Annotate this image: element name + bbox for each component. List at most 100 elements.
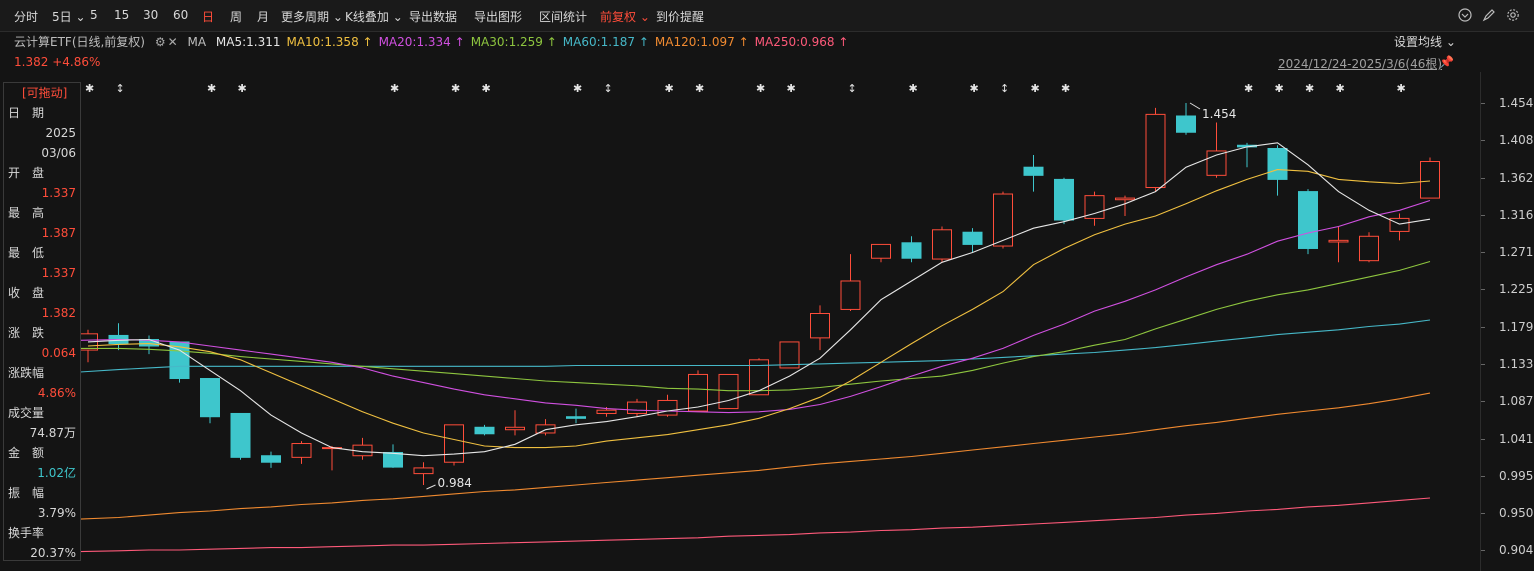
event-star-icon[interactable]: ✱ [1397, 82, 1406, 95]
kline-overlay-dropdown[interactable]: K线叠加 ⌄ [345, 8, 403, 25]
high-arrow [1189, 102, 1201, 110]
draggable-tag[interactable]: [可拖动] [20, 86, 69, 100]
event-star-icon[interactable]: ✱ [1275, 82, 1284, 95]
event-star-icon[interactable]: ✱ [390, 82, 399, 95]
tab-timeshare[interactable]: 分时 [14, 8, 38, 25]
info-rows: 日 期 2025 03/06 开 盘 1.337 最 高 1.387 最 低 1.337 收 盘 1… [4, 103, 80, 563]
event-star-icon[interactable]: ✱ [1244, 82, 1253, 95]
event-star-icon[interactable]: ✱ [573, 82, 582, 95]
y-tick-mark [1481, 251, 1485, 253]
event-star-icon[interactable]: ✱ [695, 82, 704, 95]
event-star-icon[interactable]: ✱ [1336, 82, 1345, 95]
info-label-7: 涨跌幅 [8, 366, 45, 380]
ma-settings-dropdown[interactable]: 设置均线 ⌄ [1394, 33, 1456, 50]
candle-body [1298, 191, 1318, 249]
candle-body [230, 412, 251, 458]
event-star-icon[interactable]: ✱ [970, 82, 979, 95]
tab-30min[interactable]: 30 [143, 8, 158, 22]
draw-pen-icon[interactable] [1481, 8, 1497, 24]
tab-5min[interactable]: 5 [90, 8, 98, 22]
candle-body [657, 399, 678, 416]
y-tick-label: 1.179 [1499, 319, 1534, 334]
chevron-down-icon: ⌄ [388, 10, 403, 24]
ma-value-6: MA250:0.968 ↑ [754, 35, 849, 49]
pin-icon[interactable]: 📌 [1439, 55, 1454, 69]
event-star-icon[interactable]: ✱ [1031, 82, 1040, 95]
settings-gear-icon[interactable] [1505, 8, 1521, 24]
candle-body [962, 231, 983, 245]
close-icon[interactable]: ✕ [168, 35, 178, 49]
y-tick-label: 1.316 [1499, 208, 1534, 223]
event-arrow-icon[interactable]: ↕ [604, 82, 613, 95]
info-value-9: 1.02亿 [37, 466, 76, 480]
candle-body [1145, 113, 1166, 189]
info-panel[interactable]: [可拖动] 日 期 2025 03/06 开 盘 1.337 最 高 1.387 最 低 1.3… [3, 82, 81, 561]
event-star-icon[interactable]: ✱ [207, 82, 216, 95]
low-label: 0.984 [438, 476, 472, 490]
y-tick-mark [1481, 550, 1485, 551]
candle-body [383, 451, 403, 468]
candle-body [1359, 235, 1379, 262]
event-star-icon[interactable]: ✱ [756, 82, 765, 95]
chevron-down-icon: ⌄ [71, 10, 86, 24]
kline-overlay-label: K线叠加 [345, 10, 389, 24]
ma-values: MA5:1.311 MA10:1.358 ↑ MA20:1.334 ↑ MA30:1.… [216, 35, 855, 49]
info-label-0: 日 期 [8, 106, 45, 120]
candle-body [1267, 148, 1288, 180]
tab-monthly[interactable]: 月 [257, 8, 269, 25]
range-stats-button[interactable]: 区间统计 [539, 8, 587, 25]
event-star-icon[interactable]: ✱ [451, 82, 460, 95]
candle-body [1420, 161, 1440, 199]
event-arrow-icon[interactable]: ↕ [848, 82, 857, 95]
y-tick-mark [1481, 103, 1485, 104]
y-tick-label: 1.087 [1499, 394, 1534, 409]
candle-body [596, 409, 617, 414]
info-label-5: 收 盘 [8, 286, 45, 300]
y-tick-mark [1481, 140, 1485, 142]
event-star-icon[interactable]: ✱ [909, 82, 918, 95]
y-tick-mark [1481, 177, 1485, 179]
event-arrow-icon[interactable]: ↕ [1000, 82, 1009, 95]
ma-legend: 云计算ETF(日线,前复权) ⚙ ✕ MA MA5:1.311 MA10:1.358… [14, 33, 860, 51]
y-tick-label: 1.408 [1499, 133, 1534, 148]
ma-value-2: MA20:1.334 ↑ [378, 35, 465, 49]
y-tick-label: 1.454 [1499, 96, 1534, 110]
info-label-2: 开 盘 [8, 166, 45, 180]
tab-5day[interactable]: 5日 ⌄ [52, 8, 86, 25]
event-star-icon[interactable]: ✱ [665, 82, 674, 95]
y-tick-mark [1481, 401, 1485, 403]
adjust-dropdown[interactable]: 前复权 ⌄ [600, 8, 650, 25]
more-periods-label: 更多周期 [281, 10, 330, 24]
event-star-icon[interactable]: ✱ [238, 82, 247, 95]
event-star-icon[interactable]: ✱ [1061, 82, 1070, 95]
tab-daily[interactable]: 日 [202, 8, 214, 25]
current-price: 1.382 [14, 55, 49, 69]
event-star-icon[interactable]: ✱ [85, 82, 94, 95]
price-alert-button[interactable]: 到价提醒 [656, 8, 704, 25]
kline-chart[interactable]: 1.454 0.984 ✱ ↕ ✱ ✱ ✱ ✱ ✱ ✱ ↕ ✱ ✱ ✱ ✱ ↕ ✱ ✱ ↕ ✱ ✱ ✱ ✱ ✱ ✱ ✱ [0, 72, 1534, 571]
event-arrow-icon[interactable]: ↕ [116, 82, 125, 95]
candle-body [291, 443, 312, 458]
event-star-icon[interactable]: ✱ [482, 82, 491, 95]
event-star-icon[interactable]: ✱ [787, 82, 796, 95]
export-data-button[interactable]: 导出数据 [409, 8, 457, 25]
ma5-line [87, 142, 1431, 457]
candle-body [200, 378, 220, 418]
collapse-icon[interactable] [1457, 8, 1473, 24]
gear-icon[interactable]: ⚙ [155, 35, 166, 49]
candle-body [718, 373, 739, 410]
tab-weekly[interactable]: 周 [230, 8, 242, 25]
y-tick-mark [1481, 363, 1485, 365]
export-image-button[interactable]: 导出图形 [474, 8, 522, 25]
ma-value-3: MA30:1.259 ↑ [470, 35, 557, 49]
chevron-down-icon: ⌄ [329, 10, 343, 24]
event-star-icon[interactable]: ✱ [1305, 82, 1314, 95]
date-range-link[interactable]: 2024/12/24-2025/3/6(46根) [1278, 55, 1442, 72]
candle-body [261, 455, 281, 463]
tab-60min[interactable]: 60 [173, 8, 188, 22]
tab-15min[interactable]: 15 [114, 8, 129, 22]
candle-body [566, 416, 586, 419]
candle-body [1328, 239, 1349, 243]
more-periods-dropdown[interactable]: 更多周期 ⌄ [281, 8, 343, 25]
ma-label: MA [187, 35, 207, 49]
